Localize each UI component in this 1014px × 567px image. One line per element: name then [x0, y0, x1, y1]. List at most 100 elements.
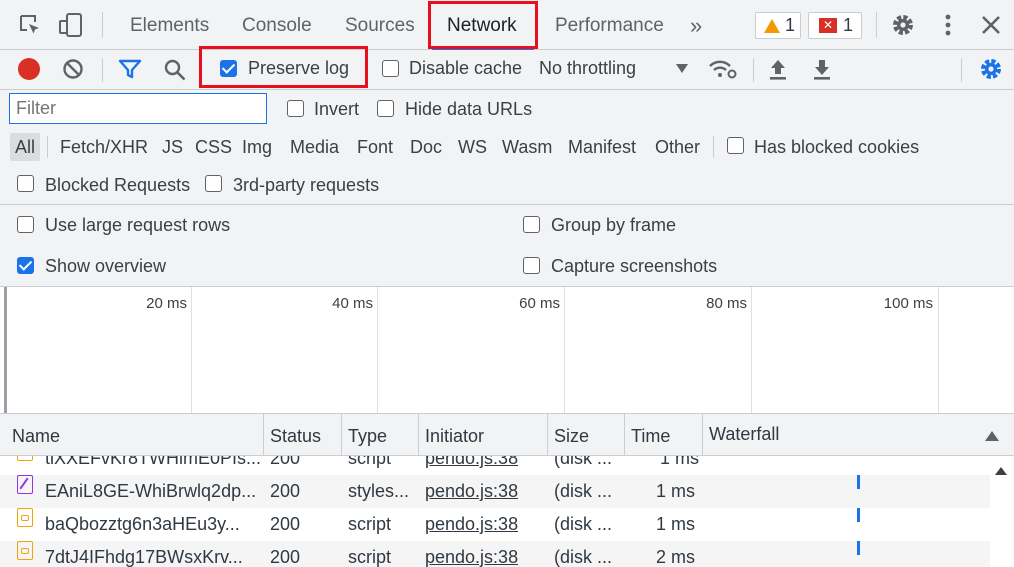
- filter-icon[interactable]: [118, 58, 142, 80]
- clear-icon[interactable]: [62, 58, 84, 80]
- row-time: 1 ms: [656, 514, 696, 534]
- row-name[interactable]: baQbozztg6n3aHEu3y...: [45, 508, 260, 541]
- tab-sources[interactable]: Sources: [345, 0, 415, 50]
- row-initiator-link[interactable]: pendo.js:38: [425, 541, 518, 567]
- overview-tick: 80 ms: [706, 295, 747, 312]
- warnings-badge[interactable]: 1: [755, 12, 801, 39]
- import-har-icon[interactable]: [767, 57, 789, 81]
- row-initiator-link[interactable]: pendo.js:38: [425, 456, 518, 475]
- settings-gear-icon[interactable]: [891, 13, 915, 37]
- column-waterfall[interactable]: Waterfall: [709, 412, 779, 454]
- row-type: script: [348, 547, 392, 567]
- type-filter-ws[interactable]: WS: [458, 137, 487, 158]
- device-toolbar-icon[interactable]: [58, 13, 84, 37]
- record-icon[interactable]: [18, 58, 40, 80]
- type-filter-js[interactable]: JS: [162, 137, 183, 158]
- hide-data-urls-label[interactable]: Hide data URLs: [405, 99, 532, 120]
- capture-screenshots-checkbox[interactable]: [523, 257, 540, 274]
- column-name[interactable]: Name: [12, 414, 60, 456]
- throttling-select[interactable]: No throttling: [539, 58, 636, 79]
- inspect-element-icon[interactable]: [18, 13, 42, 37]
- third-party-requests-label[interactable]: 3rd-party requests: [233, 175, 379, 196]
- has-blocked-cookies-checkbox[interactable]: [727, 137, 744, 154]
- column-time[interactable]: Time: [631, 414, 670, 456]
- row-initiator-link[interactable]: pendo.js:38: [425, 508, 518, 541]
- type-filter-fetch-xhr[interactable]: Fetch/XHR: [60, 137, 148, 158]
- group-by-frame-label[interactable]: Group by frame: [551, 215, 676, 236]
- row-status: 200: [270, 481, 301, 501]
- type-filter-other[interactable]: Other: [655, 137, 700, 158]
- row-status: 200: [270, 456, 301, 468]
- search-icon[interactable]: [163, 58, 187, 82]
- waterfall-bar: [857, 475, 860, 489]
- row-name[interactable]: EAniL8GE-WhiBrwlq2dp...: [45, 475, 260, 508]
- overview-tick: 60 ms: [519, 295, 560, 312]
- preserve-log-highlight: [199, 46, 368, 88]
- disable-cache-label[interactable]: Disable cache: [409, 58, 522, 79]
- tab-performance[interactable]: Performance: [555, 0, 664, 50]
- type-filter-css[interactable]: CSS: [195, 137, 232, 158]
- error-icon: ✕: [819, 18, 837, 33]
- network-settings-gear-icon[interactable]: [979, 57, 1003, 81]
- has-blocked-cookies-label[interactable]: Has blocked cookies: [754, 137, 919, 158]
- column-type[interactable]: Type: [348, 414, 387, 456]
- column-status[interactable]: Status: [270, 414, 321, 456]
- show-overview-label[interactable]: Show overview: [45, 256, 166, 277]
- overview-left-handle[interactable]: [4, 287, 7, 413]
- overview-tick: 20 ms: [146, 295, 187, 312]
- tab-console[interactable]: Console: [242, 0, 312, 50]
- script-file-icon: [17, 541, 33, 560]
- scroll-up-arrow-icon[interactable]: [995, 467, 1007, 475]
- close-icon[interactable]: [980, 14, 1002, 36]
- table-scrollbar[interactable]: [990, 456, 1014, 567]
- invert-checkbox[interactable]: [287, 100, 304, 117]
- third-party-requests-checkbox[interactable]: [205, 175, 222, 192]
- network-conditions-icon[interactable]: [708, 57, 738, 81]
- table-row[interactable]: baQbozztg6n3aHEu3y... 200 script pendo.j…: [0, 508, 990, 541]
- invert-label[interactable]: Invert: [314, 99, 359, 120]
- sort-ascending-icon[interactable]: [985, 431, 999, 441]
- group-by-frame-checkbox[interactable]: [523, 216, 540, 233]
- row-initiator-link[interactable]: pendo.js:38: [425, 475, 518, 508]
- row-size: (disk ...: [554, 547, 613, 567]
- row-name[interactable]: 7dtJ4IFhdg17BWsxKrv...: [45, 541, 260, 567]
- more-tabs-button[interactable]: »: [690, 0, 702, 50]
- chevron-down-icon[interactable]: [676, 64, 688, 73]
- table-row[interactable]: 7dtJ4IFhdg17BWsxKrv... 200 script pendo.…: [0, 541, 990, 567]
- network-toolbar: Preserve log Disable cache No throttling: [0, 50, 1014, 90]
- type-filter-all-label[interactable]: All: [15, 137, 35, 158]
- row-name[interactable]: tlXXEFvKr8TWHimE0PIs...: [45, 456, 260, 475]
- type-filter-manifest[interactable]: Manifest: [568, 137, 636, 158]
- type-filter-doc[interactable]: Doc: [410, 137, 442, 158]
- capture-screenshots-label[interactable]: Capture screenshots: [551, 256, 717, 277]
- disable-cache-checkbox[interactable]: [382, 60, 399, 77]
- type-filter-media[interactable]: Media: [290, 137, 339, 158]
- filter-input[interactable]: [9, 93, 267, 124]
- column-initiator[interactable]: Initiator: [425, 414, 484, 456]
- errors-badge[interactable]: ✕ 1: [808, 12, 862, 39]
- table-row[interactable]: tlXXEFvKr8TWHimE0PIs... 200 script pendo…: [0, 456, 990, 475]
- table-row[interactable]: EAniL8GE-WhiBrwlq2dp... 200 styles... pe…: [0, 475, 990, 508]
- export-har-icon[interactable]: [811, 57, 833, 81]
- network-overview[interactable]: 20 ms 40 ms 60 ms 80 ms 100 ms: [0, 287, 1014, 414]
- request-table-header: Name Status Type Initiator Size Time Wat…: [0, 414, 1014, 456]
- stylesheet-file-icon: [17, 475, 33, 494]
- column-size[interactable]: Size: [554, 414, 589, 456]
- row-status: 200: [270, 514, 301, 534]
- type-filter-img[interactable]: Img: [242, 137, 272, 158]
- tab-elements[interactable]: Elements: [130, 0, 209, 50]
- error-count: 1: [843, 15, 854, 35]
- script-file-icon: [17, 456, 33, 461]
- large-rows-checkbox[interactable]: [17, 216, 34, 233]
- blocked-requests-label[interactable]: Blocked Requests: [45, 175, 190, 196]
- blocked-requests-checkbox[interactable]: [17, 175, 34, 192]
- type-filter-font[interactable]: Font: [357, 137, 393, 158]
- hide-data-urls-checkbox[interactable]: [377, 100, 394, 117]
- overview-tick: 40 ms: [332, 295, 373, 312]
- type-filter-wasm[interactable]: Wasm: [502, 137, 552, 158]
- large-rows-label[interactable]: Use large request rows: [45, 215, 230, 236]
- show-overview-checkbox[interactable]: [17, 257, 34, 274]
- network-settings-panel: Use large request rows Group by frame Sh…: [0, 205, 1014, 287]
- row-size: (disk ...: [554, 481, 613, 501]
- more-options-icon[interactable]: [938, 13, 958, 37]
